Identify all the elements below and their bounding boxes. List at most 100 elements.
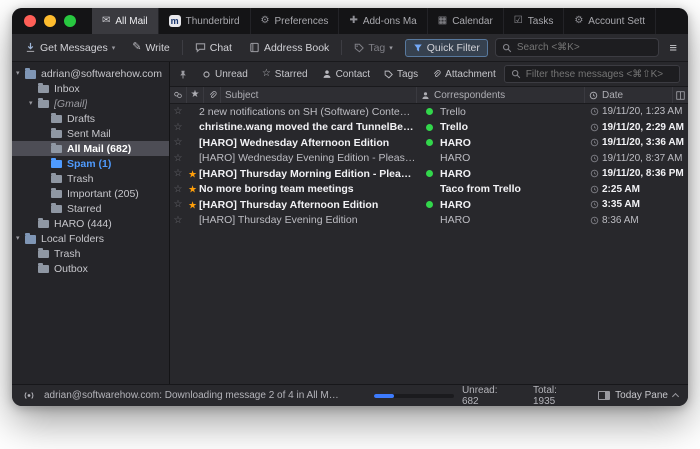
address-book-button[interactable]: Address Book (244, 39, 334, 57)
twisty-icon[interactable] (16, 235, 25, 242)
quick-filter-button[interactable]: Quick Filter (405, 39, 488, 57)
message-row[interactable]: [HARO] Thursday Evening Edition HARO 8:3… (170, 213, 688, 229)
star-toggle-icon[interactable] (170, 215, 186, 226)
tab[interactable]: ✚ Add-ons Ma (339, 8, 427, 34)
attachment-column-header[interactable] (204, 87, 221, 103)
folder-row[interactable]: Spam (1) (12, 156, 169, 171)
column-picker-button[interactable] (673, 87, 688, 103)
folder-row[interactable]: Inbox (12, 81, 169, 96)
folder-row[interactable]: Starred (12, 201, 169, 216)
twisty-icon[interactable] (16, 70, 25, 77)
date-column-header[interactable]: Date (585, 87, 673, 103)
star-toggle-icon[interactable] (170, 106, 186, 117)
folder-row[interactable]: [Gmail] (12, 96, 169, 111)
tag-button[interactable]: Tag ▾ (349, 39, 397, 57)
folder-row[interactable]: adrian@softwarehow.com (12, 66, 169, 81)
folder-row[interactable]: Trash (12, 171, 169, 186)
star-toggle-icon[interactable] (170, 153, 186, 164)
filter-unread-button[interactable]: Unread (196, 66, 254, 83)
tab[interactable]: m Thunderbird (159, 8, 251, 34)
minimize-window-button[interactable] (44, 15, 56, 27)
download-progress-bar (374, 394, 454, 398)
message-row[interactable]: christine.wang moved the card TunnelBear… (170, 120, 688, 136)
clock-icon (586, 216, 602, 225)
star-column-header[interactable]: ★ (187, 87, 204, 103)
message-row[interactable]: [HARO] Wednesday Evening Edition - Pleas… (170, 151, 688, 167)
folder-icon (51, 205, 62, 213)
correspondents-column-header[interactable]: Correspondents (417, 87, 585, 103)
folder-icon (38, 250, 49, 258)
star-toggle-icon[interactable] (170, 184, 186, 195)
message-subject: 2 new notifications on SH (Software) Con… (199, 106, 422, 118)
write-button[interactable]: ✎ Write (127, 39, 175, 57)
thread-column-header[interactable] (170, 87, 187, 103)
star-toggle-icon[interactable] (170, 122, 186, 133)
folder-icon (25, 235, 36, 244)
folder-row[interactable]: HARO (444) (12, 216, 169, 231)
filter-attachment-button[interactable]: Attachment (426, 66, 502, 83)
global-search-input[interactable] (517, 42, 653, 53)
star-toggle-icon[interactable] (170, 137, 186, 148)
write-label: Write (145, 42, 169, 54)
close-window-button[interactable] (24, 15, 36, 27)
unread-count: Unread: 682 (462, 385, 515, 407)
status-text: adrian@softwarehow.com: Downloading mess… (44, 390, 342, 401)
global-search-box[interactable] (495, 38, 660, 57)
sticky-pin-button[interactable] (176, 67, 194, 82)
folder-row[interactable]: All Mail (682) (12, 141, 169, 156)
twisty-icon[interactable] (29, 100, 38, 107)
new-message-icon (186, 170, 199, 179)
tab[interactable]: ☑ Tasks (504, 8, 565, 34)
message-correspondent: HARO (436, 137, 586, 149)
folder-row[interactable]: Sent Mail (12, 126, 169, 141)
star-toggle-icon[interactable] (170, 199, 186, 210)
zoom-window-button[interactable] (64, 15, 76, 27)
message-row[interactable]: 2 new notifications on SH (Software) Con… (170, 104, 688, 120)
star-toggle-icon[interactable] (170, 168, 186, 179)
tag-label: Tag (368, 42, 385, 54)
message-row[interactable]: [HARO] Thursday Afternoon Edition HARO 3… (170, 197, 688, 213)
tab-label: Add-ons Ma (363, 16, 417, 27)
clock-icon (586, 154, 602, 163)
tab[interactable]: ▦ Calendar (428, 8, 504, 34)
tab[interactable]: ⚙ Account Sett (564, 8, 656, 34)
app-menu-button[interactable]: ≡ (666, 40, 680, 55)
tab-icon: ⚙ (261, 16, 270, 26)
filter-tags-button[interactable]: Tags (378, 66, 424, 83)
toolbar-separator (182, 40, 183, 55)
tab-label: Tasks (528, 16, 554, 27)
folder-row[interactable]: Outbox (12, 261, 169, 276)
message-row[interactable]: No more boring team meetings Taco from T… (170, 182, 688, 198)
tab[interactable]: ⚙ Preferences (251, 8, 340, 34)
filter-search-input[interactable] (526, 69, 673, 80)
clock-icon (586, 107, 602, 116)
message-subject: No more boring team meetings (199, 183, 422, 195)
filter-starred-button[interactable]: ☆ Starred (256, 66, 314, 83)
folder-label: Inbox (54, 83, 80, 95)
message-list: 2 new notifications on SH (Software) Con… (170, 104, 688, 384)
correspondents-header-label: Correspondents (434, 90, 505, 101)
subject-header-label: Subject (225, 90, 258, 101)
subject-column-header[interactable]: Subject (221, 87, 417, 103)
tab[interactable]: ✉ All Mail (92, 8, 159, 34)
chevron-down-icon: ▾ (112, 44, 116, 52)
message-date: 19/11/20, 1:23 AM (602, 106, 688, 117)
folder-row[interactable]: Trash (12, 246, 169, 261)
clock-icon (586, 185, 602, 194)
message-correspondent: HARO (436, 199, 586, 211)
chat-button[interactable]: Chat (190, 39, 237, 57)
folder-row[interactable]: Drafts (12, 111, 169, 126)
new-message-icon (186, 201, 199, 210)
get-messages-button[interactable]: Get Messages ▾ (20, 39, 120, 57)
folder-label: Important (205) (67, 188, 139, 200)
folder-row[interactable]: Local Folders (12, 231, 169, 246)
chevron-down-icon: ▾ (389, 44, 393, 52)
filter-search-box[interactable] (504, 65, 680, 83)
message-row[interactable]: [HARO] Wednesday Afternoon Edition HARO … (170, 135, 688, 151)
message-row[interactable]: [HARO] Thursday Morning Edition - Please… (170, 166, 688, 182)
message-subject: [HARO] Thursday Afternoon Edition (199, 199, 422, 211)
filter-contact-button[interactable]: Contact (316, 66, 376, 83)
folder-label: HARO (444) (54, 218, 112, 230)
folder-row[interactable]: Important (205) (12, 186, 169, 201)
today-pane-button[interactable]: Today Pane (598, 390, 678, 401)
